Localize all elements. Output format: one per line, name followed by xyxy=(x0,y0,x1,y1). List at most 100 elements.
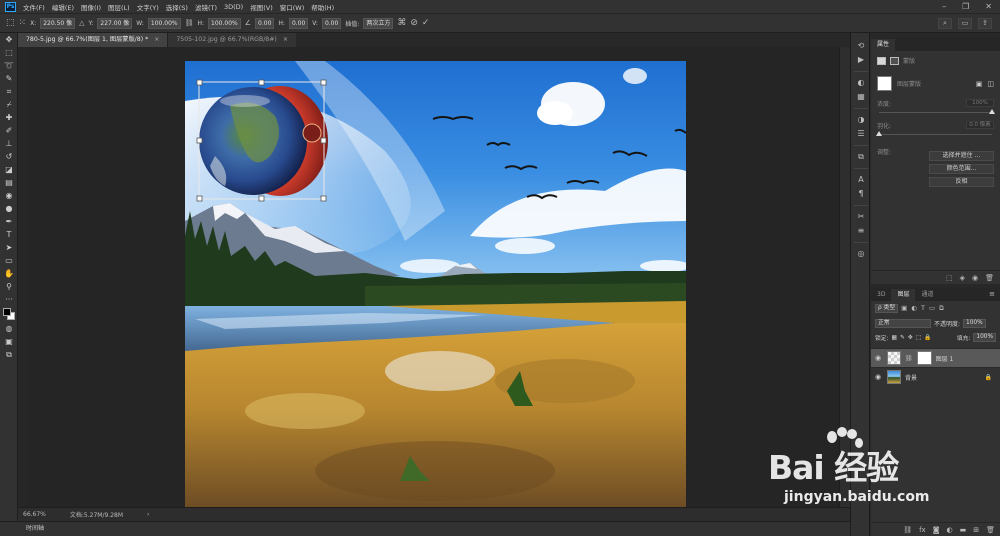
layer-row-layer1[interactable]: ◉ ⛓ 图层 1 xyxy=(871,348,1000,367)
vskew-field[interactable]: 0.00 xyxy=(321,17,342,29)
tab-document-1[interactable]: 780-5.jpg @ 66.7%(图层 1, 图层蒙版/8) * × xyxy=(18,33,168,47)
hand-icon[interactable]: ✋ xyxy=(0,267,18,280)
workspace-icon[interactable]: ▭ xyxy=(958,18,972,29)
delete-icon[interactable]: 🗑 xyxy=(985,274,994,282)
menu-edit[interactable]: 编辑(E) xyxy=(52,2,74,12)
minimize-icon[interactable]: – xyxy=(942,2,946,11)
menu-window[interactable]: 窗口(W) xyxy=(280,2,305,12)
angle-field[interactable]: 0.00 xyxy=(255,17,275,29)
lock-all-icon[interactable]: 🔒 xyxy=(924,335,931,341)
density-value[interactable]: 100% xyxy=(966,99,994,107)
new-layer-icon[interactable]: ⊞ xyxy=(973,526,979,534)
type-icon[interactable]: T xyxy=(0,228,18,241)
lock-pixels-icon[interactable]: ▦ xyxy=(892,335,897,341)
interpolation-select[interactable]: 两次立方 xyxy=(363,17,394,29)
eye-icon[interactable]: ◉ xyxy=(875,354,883,362)
layer-kind-filter[interactable]: ρ 类型 xyxy=(875,304,899,313)
density-slider[interactable] xyxy=(879,109,995,114)
layer-thumbnail[interactable] xyxy=(887,370,901,384)
adjustment-filter-icon[interactable]: ◐ xyxy=(911,304,917,313)
menu-help[interactable]: 帮助(H) xyxy=(311,2,334,12)
adjustments-icon[interactable]: ◑ xyxy=(851,113,871,127)
mask-link-icon[interactable]: ⛓ xyxy=(905,355,913,362)
planet-layer[interactable] xyxy=(199,86,328,196)
link-layers-icon[interactable]: ⛓ xyxy=(903,526,912,534)
tab-document-2[interactable]: 7505-102.jpg @ 66.7%(RGB/8#) × xyxy=(167,33,297,47)
close-icon[interactable]: ✕ xyxy=(985,2,992,11)
path-select-icon[interactable]: ➤ xyxy=(0,241,18,254)
layer-thumbnail[interactable] xyxy=(887,351,901,365)
feather-value[interactable]: 0.0 像素 xyxy=(966,121,994,129)
blur-icon[interactable]: ◉ xyxy=(0,189,18,202)
commit-transform-icon[interactable]: ✓ xyxy=(422,18,430,28)
vector-mask-icon[interactable] xyxy=(890,56,899,65)
menu-image[interactable]: 图像(I) xyxy=(81,2,101,12)
layer-name[interactable]: 背景 xyxy=(905,373,917,382)
tool-presets-icon[interactable]: ✂ xyxy=(851,210,871,224)
stamp-icon[interactable]: ⊥ xyxy=(0,137,18,150)
transform-tool-icon[interactable]: ⬚ xyxy=(6,18,15,28)
canvas-scrollbar[interactable] xyxy=(839,47,850,507)
eyedropper-icon[interactable]: ⌿ xyxy=(0,98,18,111)
brushes-icon[interactable]: ≡ xyxy=(851,224,871,238)
adjustment-layer-icon[interactable]: ◐ xyxy=(947,526,953,534)
type-filter-icon[interactable]: T xyxy=(921,304,925,313)
foreground-color-swatch[interactable] xyxy=(3,308,11,316)
tab-layers[interactable]: 图层 xyxy=(891,289,916,301)
document-canvas[interactable] xyxy=(185,61,686,507)
3d-icon[interactable]: ◎ xyxy=(851,247,871,261)
delta-icon[interactable]: △ xyxy=(79,19,84,27)
delete-layer-icon[interactable]: 🗑 xyxy=(986,526,995,534)
lasso-icon[interactable]: ➰ xyxy=(0,59,18,72)
lock-artboard-icon[interactable]: ⬚ xyxy=(916,335,921,341)
dodge-icon[interactable]: ● xyxy=(0,202,18,215)
lock-paint-icon[interactable]: ✎ xyxy=(900,335,905,341)
height-field[interactable]: 100.00% xyxy=(208,17,241,29)
paragraph-icon[interactable]: ¶ xyxy=(851,187,871,201)
group-icon[interactable]: ▬ xyxy=(960,526,967,534)
color-icon[interactable]: ◐ xyxy=(851,76,871,90)
fx-icon[interactable]: fx xyxy=(919,526,926,534)
more-tools-icon[interactable]: ··· xyxy=(0,293,18,306)
history-brush-icon[interactable]: ↺ xyxy=(0,150,18,163)
lock-position-icon[interactable]: ✥ xyxy=(908,335,913,341)
actions-icon[interactable]: ▶ xyxy=(851,53,871,67)
feather-slider[interactable] xyxy=(876,131,992,136)
smart-filter-icon[interactable]: ⧉ xyxy=(939,304,944,313)
add-mask-icon[interactable]: ◙ xyxy=(933,526,940,534)
zoom-icon[interactable]: ⚲ xyxy=(0,280,18,293)
warp-icon[interactable]: ⌘ xyxy=(397,18,406,28)
properties-icon[interactable]: ☰ xyxy=(851,127,871,141)
close-icon[interactable]: × xyxy=(283,33,288,47)
cancel-transform-icon[interactable]: ⊘ xyxy=(410,18,418,28)
link-icon[interactable]: ⛓ xyxy=(185,19,194,27)
eraser-icon[interactable]: ◪ xyxy=(0,163,18,176)
layer-row-background[interactable]: ◉ 背景 🔒 xyxy=(871,367,1000,386)
tab-channels[interactable]: 通道 xyxy=(915,289,939,301)
width-field[interactable]: 100.00% xyxy=(147,17,181,29)
panel-menu-icon[interactable]: ≡ xyxy=(989,290,995,298)
close-icon[interactable]: × xyxy=(154,33,159,47)
tab-3d[interactable]: 3D xyxy=(871,289,891,301)
pixel-filter-icon[interactable]: ▣ xyxy=(901,304,907,313)
layer-name[interactable]: 图层 1 xyxy=(936,354,954,363)
invert-button[interactable]: 反相 xyxy=(929,177,994,187)
mask-thumbnail[interactable] xyxy=(877,76,892,91)
swatches-icon[interactable]: ▦ xyxy=(851,90,871,104)
load-selection-icon[interactable]: ⬚ xyxy=(946,274,953,282)
libraries-icon[interactable]: ⧉ xyxy=(851,150,871,164)
timeline-panel-tab[interactable]: 时间轴 xyxy=(0,521,860,536)
opacity-field[interactable]: 100% xyxy=(963,319,986,328)
screen-mode-icon[interactable]: ▣ xyxy=(0,335,18,348)
frame-icon[interactable]: ⧉ xyxy=(0,348,18,361)
brush-icon[interactable]: ✐ xyxy=(0,124,18,137)
add-vector-mask-icon[interactable]: ◫ xyxy=(987,80,994,88)
y-field[interactable]: 227.00 像 xyxy=(97,17,133,29)
healing-icon[interactable]: ✚ xyxy=(0,111,18,124)
zoom-level[interactable]: 66.67% xyxy=(23,511,46,518)
menu-file[interactable]: 文件(F) xyxy=(23,2,45,12)
x-field[interactable]: 220.50 像 xyxy=(40,17,76,29)
maximize-icon[interactable]: ❐ xyxy=(962,2,969,11)
gradient-icon[interactable]: ▤ xyxy=(0,176,18,189)
density-slider-knob[interactable] xyxy=(989,109,995,114)
